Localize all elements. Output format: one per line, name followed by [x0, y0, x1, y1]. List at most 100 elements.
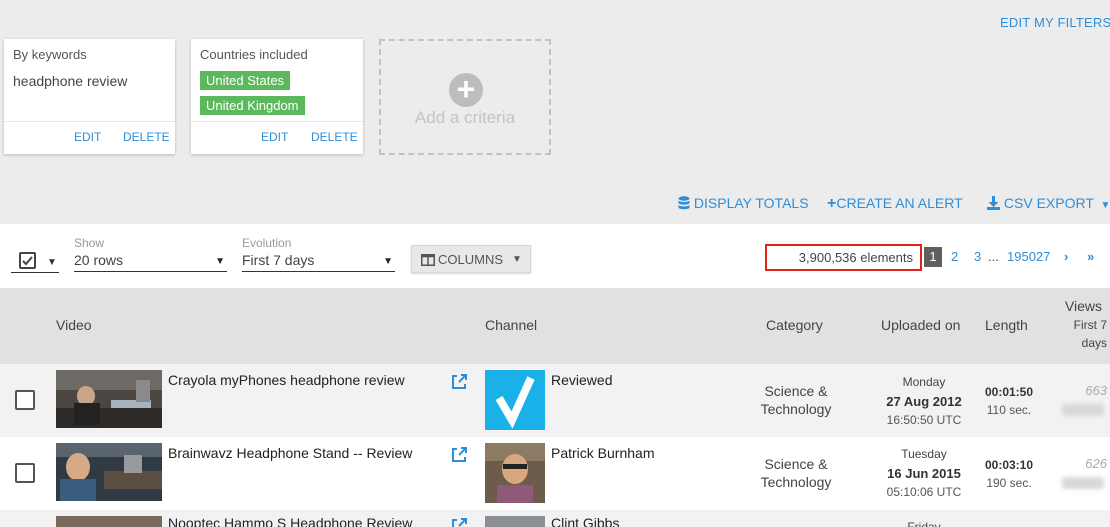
row-checkbox[interactable]: [15, 390, 35, 410]
video-length: 00:03:10 190 sec.: [978, 456, 1040, 492]
upload-day: Monday: [902, 375, 946, 389]
card-actions: EDIT DELETE: [191, 121, 363, 155]
csv-export-label: CSV EXPORT: [1003, 195, 1094, 211]
display-totals-button[interactable]: DISPLAY TOTALS: [678, 195, 809, 211]
channel-avatar[interactable]: [485, 516, 545, 527]
display-totals-label: DISPLAY TOTALS: [693, 195, 809, 211]
column-header-video: Video: [56, 317, 92, 333]
create-alert-label: CREATE AN ALERT: [836, 195, 963, 211]
channel-name[interactable]: Patrick Burnham: [551, 445, 654, 461]
edit-button[interactable]: EDIT: [261, 130, 288, 144]
table-row: Crayola myPhones headphone review Review…: [0, 364, 1110, 437]
create-alert-button[interactable]: +CREATE AN ALERT: [827, 195, 963, 213]
video-thumbnail[interactable]: [56, 516, 162, 527]
external-link-icon[interactable]: [450, 517, 468, 527]
country-tag: United Kingdom: [200, 96, 305, 115]
chevron-down-icon: ▼: [1100, 200, 1110, 211]
table-controls: ▼ Show 20 rows ▼ Evolution First 7 days …: [0, 224, 1110, 288]
column-header-channel: Channel: [485, 317, 538, 333]
upload-date: 27 Aug 2012: [886, 394, 962, 409]
uploaded-on: Tuesday 16 Jun 2015 05:10:06 UTC: [866, 445, 982, 502]
row-checkbox[interactable]: [15, 463, 35, 483]
elements-count: 3,900,536 elements: [765, 244, 922, 271]
page-link[interactable]: 3: [974, 249, 981, 264]
pagination-ellipsis: ...: [988, 249, 999, 264]
keyword-value: headphone review: [13, 73, 128, 89]
page-link[interactable]: 2: [951, 249, 958, 264]
category-line: Technology: [760, 401, 832, 417]
column-header-views[interactable]: Views: [1065, 298, 1102, 314]
chevron-down-icon: ▼: [215, 256, 225, 267]
channel-name[interactable]: Clint Gibbs: [551, 515, 619, 527]
external-link-icon[interactable]: [450, 446, 468, 464]
channel-avatar[interactable]: [485, 370, 545, 430]
video-title[interactable]: Nooptec Hammo S Headphone Review: [168, 515, 412, 527]
plus-icon: +: [449, 73, 483, 107]
video-title[interactable]: Brainwavz Headphone Stand -- Review: [168, 445, 412, 461]
channel-avatar[interactable]: [485, 443, 545, 503]
upload-day: Friday: [907, 520, 941, 527]
rows-per-page-value: 20 rows: [74, 252, 124, 268]
page-current[interactable]: 1: [924, 247, 942, 267]
edit-my-filters-link[interactable]: EDIT MY FILTERS: [1000, 15, 1110, 30]
columns-icon: [421, 254, 435, 266]
evolution-value: First 7 days: [242, 252, 315, 268]
upload-date: 16 Jun 2015: [887, 466, 961, 481]
category-line: Science &: [764, 383, 828, 399]
columns-label: COLUMNS: [438, 252, 504, 267]
check-icon: [22, 256, 33, 266]
database-icon: [678, 196, 690, 210]
country-tag: United States: [200, 71, 291, 90]
length-hms: 00:03:10: [984, 458, 1034, 472]
length-hms: 00:01:50: [984, 385, 1034, 399]
delete-button[interactable]: DELETE: [311, 130, 358, 144]
category-line: Science &: [764, 456, 828, 472]
length-seconds: 190 sec.: [986, 476, 1032, 490]
last-page-icon[interactable]: »: [1087, 249, 1094, 264]
column-header-length[interactable]: Length: [985, 317, 1028, 333]
length-seconds: 110 sec.: [986, 403, 1032, 417]
card-title: By keywords: [13, 47, 87, 62]
table-header: Video Channel Category Uploaded on Lengt…: [0, 288, 1110, 364]
category: Science & Technology: [740, 382, 852, 418]
show-label: Show: [74, 236, 105, 250]
video-length: 00:01:50 110 sec.: [978, 383, 1040, 419]
card-actions: EDIT DELETE: [4, 121, 175, 155]
category-line: Technology: [760, 474, 832, 490]
next-page-icon[interactable]: ›: [1064, 249, 1068, 264]
chevron-down-icon: ▼: [47, 257, 57, 268]
table-row: Nooptec Hammo S Headphone Review Clint G…: [0, 510, 1110, 527]
edit-button[interactable]: EDIT: [74, 130, 101, 144]
countries-filter-card: Countries included United States United …: [191, 39, 363, 154]
video-thumbnail[interactable]: [56, 443, 162, 501]
select-all-dropdown[interactable]: ▼: [11, 249, 59, 273]
table-row: Brainwavz Headphone Stand -- Review Patr…: [0, 437, 1110, 510]
external-link-icon[interactable]: [450, 373, 468, 391]
views-period-label: days: [1081, 336, 1107, 350]
plus-icon: +: [827, 195, 837, 212]
uploaded-on: Monday 27 Aug 2012 16:50:50 UTC: [866, 373, 982, 430]
evolution-select[interactable]: First 7 days ▼: [242, 252, 395, 272]
column-header-category: Category: [766, 317, 823, 333]
card-title: Countries included: [200, 47, 308, 62]
upload-day: Tuesday: [901, 447, 947, 461]
chevron-down-icon: ▼: [383, 256, 393, 267]
video-title[interactable]: Crayola myPhones headphone review: [168, 372, 405, 388]
column-header-uploaded[interactable]: Uploaded on: [881, 317, 960, 333]
page-link-last[interactable]: 195027: [1007, 249, 1050, 264]
delete-button[interactable]: DELETE: [123, 130, 170, 144]
views-value: 626: [1085, 456, 1107, 471]
csv-export-button[interactable]: CSV EXPORT ▼: [987, 195, 1110, 211]
rows-per-page-select[interactable]: 20 rows ▼: [74, 252, 227, 272]
checkbox-icon: [19, 252, 36, 269]
add-criteria-button[interactable]: + Add a criteria: [379, 39, 551, 155]
columns-button[interactable]: COLUMNS ▼: [411, 245, 531, 273]
upload-time: 05:10:06 UTC: [886, 485, 962, 499]
views-value: 663: [1085, 383, 1107, 398]
channel-name[interactable]: Reviewed: [551, 372, 612, 388]
add-criteria-label: Add a criteria: [414, 108, 516, 127]
evolution-label: Evolution: [242, 236, 292, 250]
upload-time: 16:50:50 UTC: [886, 413, 962, 427]
video-thumbnail[interactable]: [56, 370, 162, 428]
category: Science & Technology: [740, 455, 852, 491]
